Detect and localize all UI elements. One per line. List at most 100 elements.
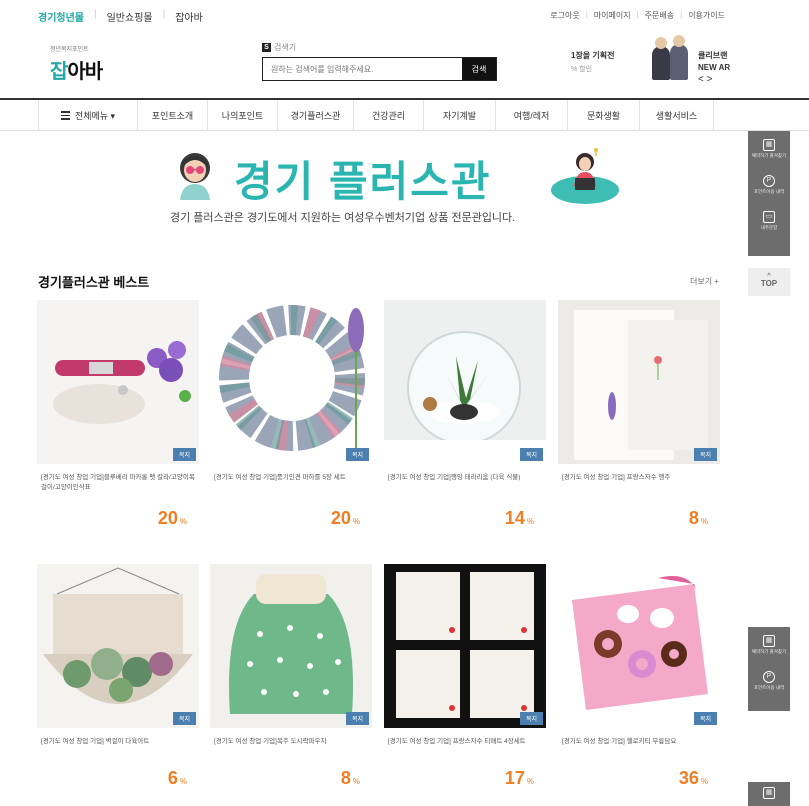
- welfare-badge: 복지: [172, 712, 196, 725]
- product-image[interactable]: 복지: [37, 300, 199, 464]
- girl-sunglasses-illustration: [180, 153, 210, 200]
- promo-exhibition[interactable]: 1장을 기획전 % 할인: [571, 50, 614, 74]
- product-discount: 20%: [330, 508, 360, 528]
- top-bar: 경기청년몰 | 일반쇼핑몰 | 잡아바 로그아웃 | 마이페이지 | 주문배송 …: [0, 0, 809, 30]
- product-discount: 14%: [504, 508, 534, 528]
- product-discount: 6%: [167, 768, 187, 788]
- product-name[interactable]: [경기도 여성 창업 기업] 프랑스자수 티매트 4장세트: [384, 737, 546, 759]
- point-icon: P: [763, 175, 775, 187]
- divider: |: [94, 9, 97, 20]
- search-box: 검색: [262, 57, 497, 81]
- banner-title: 경기 플러스관: [234, 158, 492, 205]
- quick-menu: ▦ 예약하기 즐겨찾기 P 포인트이용 내역 ▭ 내주문함: [748, 131, 790, 256]
- nav-health[interactable]: 건강관리: [354, 100, 424, 131]
- divider: |: [162, 9, 166, 20]
- header: 청년복지포인트 잡아바 S 검색기 검색 1장을 기획전 % 할인 클리브랜 N…: [0, 30, 809, 98]
- site-logo[interactable]: 청년복지포인트 잡아바: [50, 44, 130, 84]
- divider: |: [680, 10, 683, 19]
- product-card[interactable]: 복지 [경기도 여성 창업 기업]행잉 테라리움 (다육 식물) 14%: [384, 300, 546, 528]
- mypage-link[interactable]: 마이페이지: [594, 10, 631, 21]
- product-image[interactable]: 복지: [558, 564, 720, 728]
- welfare-badge: 복지: [345, 448, 369, 461]
- welfare-badge: 복지: [693, 712, 717, 725]
- welfare-badge: 복지: [172, 448, 196, 461]
- point-icon: P: [763, 671, 775, 683]
- logout-link[interactable]: 로그아웃: [550, 10, 579, 21]
- product-card[interactable]: 복지 [경기도 여성 창업 기업] 프랑스자수 행주 8%: [558, 300, 720, 528]
- quick-favorites[interactable]: ▦: [748, 782, 790, 806]
- search-tag-label: 검색기: [274, 43, 297, 52]
- tab-jobaba[interactable]: 잡아바: [175, 9, 203, 24]
- divider: |: [636, 10, 639, 19]
- product-image[interactable]: 복지: [558, 300, 720, 464]
- logo-rest: 아바: [67, 61, 103, 83]
- search-input[interactable]: [263, 58, 462, 80]
- tab-general-shopping-mall[interactable]: 일반쇼핑몰: [107, 9, 153, 24]
- nav-my-point[interactable]: 나의포인트: [208, 100, 278, 131]
- product-card[interactable]: 복지 [경기도 여성 창업 기업] 프랑스자수 티매트 4장세트 17%: [384, 564, 546, 788]
- hero-banner: 경기 플러스관 경기 플러스관은 경기도에서 지원하는 여성우수벤처기업 상품 …: [0, 140, 809, 240]
- quick-favorites[interactable]: ▦ 예약하기 즐겨찾기: [748, 131, 790, 167]
- quick-point-history[interactable]: P 포인트이용 내역: [748, 663, 790, 699]
- product-card[interactable]: 복지 [경기도 여성 창업 기업]블루베리 마카롱 펫 칼라/고양이목걸이/고양…: [37, 300, 199, 528]
- product-card[interactable]: 복지 [경기도 여성 창업 기업] 벽걸이 다육아트 6%: [37, 564, 199, 788]
- hamburger-icon: [60, 109, 70, 122]
- product-image[interactable]: 복지: [210, 564, 372, 728]
- quick-point-history[interactable]: P 포인트이용 내역: [748, 167, 790, 203]
- welfare-badge: 복지: [693, 448, 717, 461]
- nav-travel-leisure[interactable]: 여행/레저: [496, 100, 568, 131]
- product-discount: 36%: [678, 768, 708, 788]
- product-name[interactable]: [경기도 여성 창업 기업]블루베리 마카롱 펫 칼라/고양이목걸이/고양이인식…: [37, 473, 199, 495]
- nav-self-dev[interactable]: 자기계발: [424, 100, 496, 131]
- product-discount: 8%: [688, 508, 708, 528]
- nav-gyeonggi-plus[interactable]: 경기플러스관: [278, 100, 354, 131]
- card-icon: ▭: [763, 211, 775, 223]
- quick-menu-lower: ▦ 예약하기 즐겨찾기 P 포인트이용 내역: [748, 627, 790, 711]
- product-discount: 17%: [504, 768, 534, 788]
- product-image[interactable]: 복지: [210, 300, 372, 464]
- product-name[interactable]: [경기도 여성 창업 기업]풍기인견 마하를 5장 세트: [210, 473, 372, 495]
- product-discount: 20%: [157, 508, 187, 528]
- search-tag-icon: S: [262, 43, 271, 52]
- promo-exhibition-sub: % 할인: [571, 66, 593, 73]
- tab-gyeonggi-youth-mall[interactable]: 경기청년몰: [38, 9, 84, 24]
- product-name[interactable]: [경기도 여성 창업 기업] 프랑스자수 행주: [558, 473, 720, 495]
- product-card[interactable]: 복지 [경기도 여성 창업 기업]복주 도시락파우치 8%: [210, 564, 372, 788]
- nav-all-menu[interactable]: 전체메뉴 ▾: [38, 100, 138, 131]
- bookmark-icon: ▦: [763, 139, 775, 151]
- logo-text: 잡아바: [50, 61, 103, 83]
- product-name[interactable]: [경기도 여성 창업 기업] 벽걸이 다육아트: [37, 737, 199, 759]
- banner-description: 경기 플러스관은 경기도에서 지원하는 여성우수벤처기업 상품 전문관입니다.: [170, 212, 516, 224]
- product-name[interactable]: [경기도 여성 창업 기업]복주 도시락파우치: [210, 737, 372, 759]
- nav-all-menu-label: 전체메뉴 ▾: [74, 111, 116, 121]
- girl-laptop-illustration: [551, 148, 619, 204]
- more-link[interactable]: 더보기 +: [690, 276, 719, 287]
- user-links: 로그아웃 | 마이페이지 | 주문배송 | 이용가이드: [550, 10, 725, 21]
- bookmark-icon: ▦: [763, 635, 775, 647]
- bookmark-icon: ▦: [763, 787, 775, 799]
- section-title: 경기플러스관 베스트: [38, 275, 150, 290]
- main-nav: 전체메뉴 ▾ 포인트소개 나의포인트 경기플러스관 건강관리 자기계발 여행/레…: [0, 98, 809, 131]
- product-name[interactable]: [경기도 여성 창업 기업] 헬로키티 무릎담요: [558, 737, 720, 759]
- product-card[interactable]: 복지 [경기도 여성 창업 기업] 헬로키티 무릎담요 36%: [558, 564, 720, 788]
- search-button[interactable]: 검색: [462, 58, 496, 80]
- welfare-badge: 복지: [345, 712, 369, 725]
- promo-arrows[interactable]: < >: [698, 74, 730, 85]
- nav-life-service[interactable]: 생활서비스: [640, 100, 714, 131]
- order-delivery-link[interactable]: 주문배송: [645, 10, 674, 21]
- quick-favorites[interactable]: ▦ 예약하기 즐겨찾기: [748, 627, 790, 663]
- product-image[interactable]: 복지: [384, 564, 546, 728]
- quick-my-orders[interactable]: ▭ 내주문함: [748, 203, 790, 239]
- promo-banner[interactable]: 클리브랜 NEW AR < >: [650, 35, 730, 85]
- nav-culture[interactable]: 문화생활: [568, 100, 640, 131]
- product-image[interactable]: 복지: [37, 564, 199, 728]
- scroll-top-button[interactable]: ^ TOP: [748, 268, 790, 296]
- promo-exhibition-title: 1장을 기획전: [571, 51, 615, 60]
- product-name[interactable]: [경기도 여성 창업 기업]행잉 테라리움 (다육 식물): [384, 473, 546, 495]
- product-card[interactable]: 복지 [경기도 여성 창업 기업]풍기인견 마하를 5장 세트 20%: [210, 300, 372, 528]
- quick-menu-bottom: ▦: [748, 782, 790, 806]
- nav-point-intro[interactable]: 포인트소개: [138, 100, 208, 131]
- product-image[interactable]: 복지: [384, 300, 546, 464]
- guide-link[interactable]: 이용가이드: [688, 10, 725, 21]
- logo-subtitle: 청년복지포인트: [50, 47, 89, 53]
